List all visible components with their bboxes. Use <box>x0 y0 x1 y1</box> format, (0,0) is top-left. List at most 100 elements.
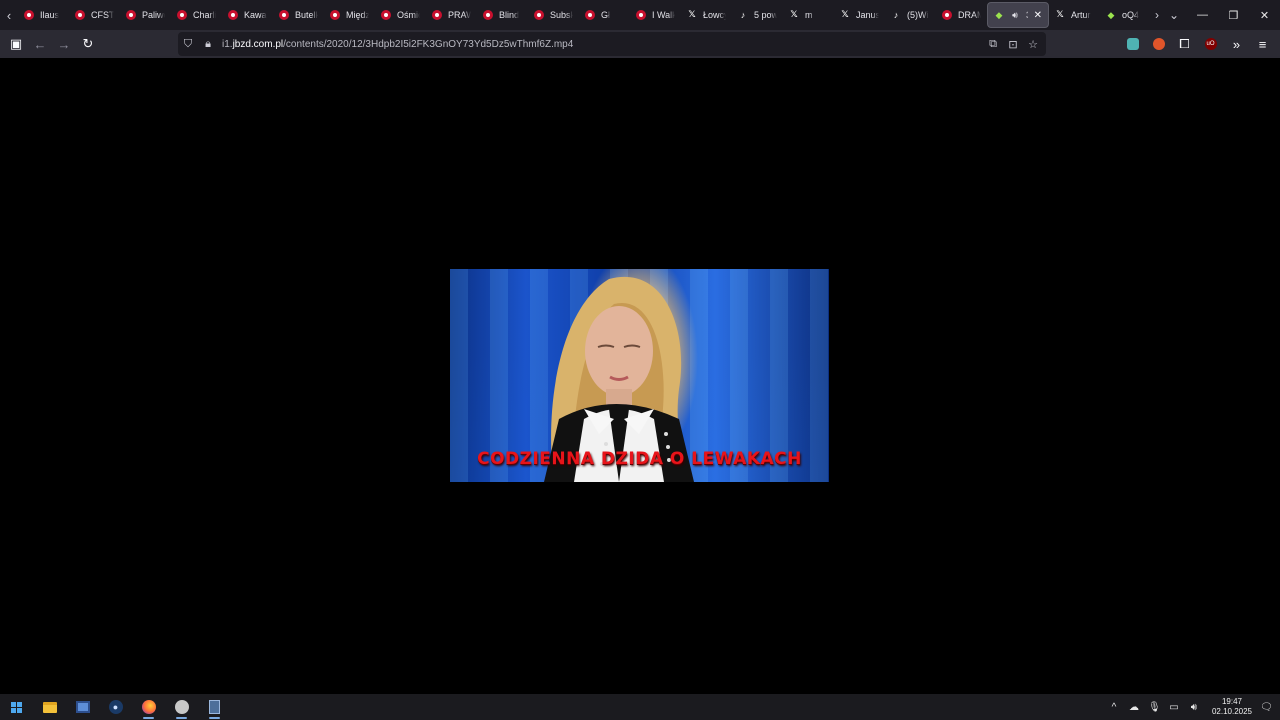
x-icon: 𝕏 <box>790 10 798 20</box>
calculator-icon <box>209 700 220 714</box>
folder-icon <box>42 701 57 713</box>
tab[interactable]: ♪ (5)Wi <box>885 2 936 28</box>
tab-label: Artur <box>1071 10 1091 20</box>
volume-icon[interactable]: 🔊︎ <box>1188 702 1200 713</box>
list-all-tabs-icon[interactable]: ⌄ <box>1169 8 1179 22</box>
save-to-pocket-icon[interactable]: ⊡ <box>1004 38 1022 51</box>
address-bar[interactable]: ⛉ 🔒︎ i1.jbzd.com.pl/contents/2020/12/3Hd… <box>178 32 1046 56</box>
tab-label: PRAW <box>448 10 471 20</box>
tab-label: Łowcy <box>703 10 726 20</box>
close-window-icon[interactable]: ✕ <box>1249 0 1280 30</box>
navigation-toolbar: ▣ ← → ↻ ⛉ 🔒︎ i1.jbzd.com.pl/contents/202… <box>0 30 1280 58</box>
extension-fox-icon[interactable] <box>1147 32 1170 56</box>
firefox-icon <box>141 700 156 714</box>
reload-button[interactable]: ↻ <box>76 32 100 56</box>
tab[interactable]: 𝕏 Łowcy <box>681 2 732 28</box>
tab[interactable]: Butelk <box>273 2 324 28</box>
remote-desktop-button[interactable] <box>66 694 99 720</box>
jbzd-icon <box>279 10 289 20</box>
tab[interactable]: Międz <box>324 2 375 28</box>
sidebar-toggle-icon[interactable]: ▣ <box>4 32 28 56</box>
back-button[interactable]: ← <box>28 32 52 56</box>
calculator-button[interactable] <box>198 694 231 720</box>
windows-logo-icon <box>11 701 22 713</box>
url-prefix: i1. <box>222 38 233 50</box>
tab-label: 5 pow <box>754 10 777 20</box>
tab-list: Ilaus CFSTV Paliwo Charli Kawał Butelk Międz Oś… <box>18 0 1151 30</box>
tab-label: Ilaus <box>40 10 60 20</box>
tab-label: Subsk <box>550 10 573 20</box>
tab-label: m <box>805 10 813 20</box>
tiktok-icon: ♪ <box>740 10 746 20</box>
tab[interactable]: Subsk <box>528 2 579 28</box>
scroll-tabs-left-icon[interactable]: ‹ <box>0 0 18 30</box>
tab-label: Ośmio <box>397 10 420 20</box>
tab[interactable]: Ośmio <box>375 2 426 28</box>
forward-button[interactable]: → <box>52 32 76 56</box>
picture-in-picture-icon[interactable]: ⧉ <box>984 38 1002 51</box>
restore-icon[interactable]: ❐ <box>1218 0 1249 30</box>
app-menu-icon[interactable]: ≡ <box>1251 32 1274 56</box>
tab[interactable]: 𝕏m <box>783 2 834 28</box>
extension-shield-icon[interactable] <box>1121 32 1144 56</box>
toolbar-extensions: ⧠ uO » ≡ <box>1121 32 1274 56</box>
bookmark-star-icon[interactable]: ☆ <box>1024 38 1042 51</box>
tab[interactable]: Paliwo <box>120 2 171 28</box>
network-icon[interactable]: ▭ <box>1168 702 1180 713</box>
onedrive-cloud-icon[interactable]: ☁ <box>1128 702 1140 713</box>
firefox-button[interactable] <box>132 694 165 720</box>
clock-date: 02.10.2025 <box>1211 707 1252 716</box>
tab[interactable]: Kawał <box>222 2 273 28</box>
video-player[interactable]: CODZIENNA DZIDA O LEWAKACH <box>450 269 829 482</box>
jbzd-icon <box>483 10 493 20</box>
tab-strip: ‹ Ilaus CFSTV Paliwo Charli Kawał Butelk Międz… <box>0 0 1280 30</box>
show-hidden-icons-icon[interactable]: ^ <box>1108 702 1120 713</box>
tool-app-button[interactable] <box>165 694 198 720</box>
lock-icon[interactable]: 🔒︎ <box>198 38 218 51</box>
close-tab-icon[interactable]: ✕ <box>1034 10 1042 21</box>
tab[interactable]: 𝕏 Artur <box>1049 2 1100 28</box>
jbzd-icon <box>534 10 544 20</box>
jbzd-icon <box>432 10 442 20</box>
scroll-tabs-right-icon[interactable]: › <box>1155 8 1159 22</box>
microphone-icon[interactable]: 🎙︎ <box>1148 702 1161 713</box>
jbzd-icon <box>126 10 136 20</box>
tab[interactable]: DRAM <box>936 2 987 28</box>
clock[interactable]: 19:47 02.10.2025 <box>1212 697 1252 717</box>
monitor-icon <box>75 701 90 713</box>
speaker-icon[interactable]: 🔊︎ <box>1010 10 1020 20</box>
window-controls: — ❐ ✕ <box>1187 0 1280 30</box>
url-path: /contents/2020/12/3Hdpb2I5i2FK3GnOY73Yd5… <box>283 38 574 50</box>
tab[interactable]: Ilaus <box>18 2 69 28</box>
notifications-icon[interactable]: 🗨︎ <box>1260 702 1273 713</box>
start-button[interactable] <box>0 694 33 720</box>
steam-button[interactable]: ● <box>99 694 132 720</box>
tab[interactable]: I Walk <box>630 2 681 28</box>
url-text[interactable]: i1.jbzd.com.pl/contents/2020/12/3Hdpb2I5… <box>222 39 573 50</box>
url-host: jbzd.com.pl <box>232 38 284 50</box>
tab[interactable]: Blind <box>477 2 528 28</box>
file-explorer-button[interactable] <box>33 694 66 720</box>
tab[interactable]: PRAW <box>426 2 477 28</box>
tab-label: Kawał <box>244 10 267 20</box>
overflow-menu-icon[interactable]: » <box>1225 32 1248 56</box>
extensions-puzzle-icon[interactable]: ⧠ <box>1173 32 1196 56</box>
jbzd-icon <box>177 10 187 20</box>
video-caption: CODZIENNA DZIDA O LEWAKACH <box>477 449 802 469</box>
tab-active[interactable]: ◆ 🔊︎ 3Ho ✕ <box>987 2 1049 28</box>
ublock-icon[interactable]: uO <box>1199 32 1222 56</box>
tab[interactable]: ◆ oQ4 <box>1100 2 1151 28</box>
tab-label: Gł <box>601 10 610 20</box>
tab-label: Międz <box>346 10 369 20</box>
tab[interactable]: Gł <box>579 2 630 28</box>
url-actions: ⧉ ⊡ ☆ <box>984 38 1046 51</box>
tab[interactable]: Charli <box>171 2 222 28</box>
jbzd-icon <box>585 10 595 20</box>
tab[interactable]: ♪ 5 pow <box>732 2 783 28</box>
minimize-icon[interactable]: — <box>1187 0 1218 30</box>
alien-icon: ◆ <box>1107 9 1115 20</box>
tracking-protection-icon[interactable]: ⛉ <box>178 38 198 51</box>
tab[interactable]: CFSTV <box>69 2 120 28</box>
tab-label: (5)Wi <box>907 10 929 20</box>
tab[interactable]: 𝕏 Janus <box>834 2 885 28</box>
